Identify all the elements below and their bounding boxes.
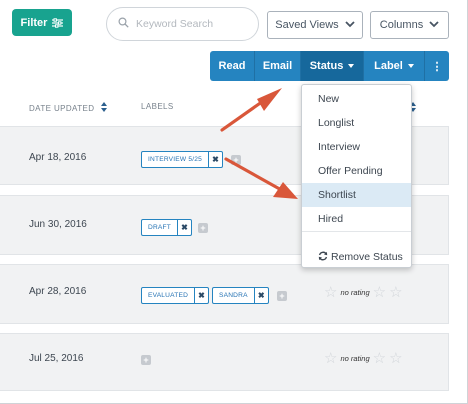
read-button[interactable]: Read: [210, 51, 255, 81]
label-tag: EVALUATED ✖: [141, 287, 210, 304]
star-icon[interactable]: ☆: [389, 285, 402, 300]
status-option-shortlist[interactable]: Shortlist: [302, 183, 411, 207]
star-icon[interactable]: ☆: [389, 351, 402, 366]
table-row[interactable]: Apr 28, 2016 EVALUATED ✖ SANDRA ✖ + ☆ no…: [0, 264, 449, 324]
label-tag: DRAFT ✖: [141, 219, 192, 236]
status-option-interview[interactable]: Interview: [302, 135, 411, 159]
arrowhead-icon: [257, 88, 282, 111]
label-tag: SANDRA ✖: [212, 287, 269, 304]
menu-divider: [302, 231, 411, 232]
column-header-date-updated[interactable]: DATE UPDATED: [29, 102, 108, 114]
columns-dropdown[interactable]: Columns: [370, 11, 449, 39]
add-label-icon[interactable]: +: [277, 291, 287, 301]
star-icon[interactable]: ☆: [324, 285, 337, 300]
status-button[interactable]: Status: [301, 51, 364, 81]
bulk-action-bar: Read Email Status Label ⋮: [210, 51, 449, 81]
caret-down-icon: [407, 64, 414, 68]
columns-label: Columns: [379, 19, 424, 31]
status-dropdown-menu: New Longlist Interview Offer Pending Sho…: [301, 84, 412, 268]
table-row[interactable]: Jul 25, 2016 + ☆ no rating ☆ ☆: [0, 333, 449, 391]
remove-label-icon[interactable]: ✖: [253, 288, 268, 303]
star-icon[interactable]: ☆: [373, 351, 386, 366]
search-input[interactable]: [136, 18, 246, 30]
star-rating[interactable]: ☆ no rating ☆ ☆: [324, 285, 403, 300]
chevron-down-icon: [345, 19, 355, 31]
search-icon: [118, 15, 129, 33]
label-tag-text: EVALUATED: [148, 292, 189, 299]
rating-text: no rating: [340, 354, 370, 363]
remove-label-icon[interactable]: ✖: [207, 152, 222, 167]
date-updated: Apr 18, 2016: [29, 152, 87, 163]
status-option-offer-pending[interactable]: Offer Pending: [302, 159, 411, 183]
date-updated: Jun 30, 2016: [29, 219, 87, 230]
star-icon[interactable]: ☆: [324, 351, 337, 366]
caret-down-icon: [348, 64, 355, 68]
date-updated: Jul 25, 2016: [29, 353, 84, 364]
label-button[interactable]: Label: [364, 51, 425, 81]
add-label-icon[interactable]: +: [198, 223, 208, 233]
remove-label-icon[interactable]: ✖: [194, 288, 208, 303]
column-header-labels: LABELS: [141, 102, 174, 111]
saved-views-label: Saved Views: [275, 19, 339, 31]
label-tag-text: INTERVIEW 5/25: [148, 156, 202, 163]
label-tag-text: SANDRA: [219, 292, 248, 299]
applications-list-view: Filter Saved Views Columns Read Email St…: [0, 0, 468, 404]
keyword-search[interactable]: [106, 7, 259, 41]
remove-label-icon[interactable]: ✖: [176, 220, 191, 235]
label-tag-text: DRAFT: [148, 224, 171, 231]
email-button[interactable]: Email: [255, 51, 301, 81]
kebab-icon: ⋮: [431, 60, 443, 73]
star-rating[interactable]: ☆ no rating ☆ ☆: [324, 351, 403, 366]
more-actions-button[interactable]: ⋮: [425, 51, 449, 81]
add-label-icon[interactable]: +: [231, 155, 241, 165]
refresh-icon: [318, 251, 328, 264]
label-tag: INTERVIEW 5/25 ✖: [141, 151, 223, 168]
saved-views-dropdown[interactable]: Saved Views: [267, 11, 363, 39]
remove-status-option[interactable]: Remove Status: [302, 245, 411, 269]
status-option-longlist[interactable]: Longlist: [302, 111, 411, 135]
status-option-new[interactable]: New: [302, 87, 411, 111]
filter-label: Filter: [20, 16, 48, 29]
star-icon[interactable]: ☆: [373, 285, 386, 300]
filter-button[interactable]: Filter: [12, 9, 72, 36]
sliders-icon: [52, 17, 64, 28]
chevron-down-icon: [429, 19, 439, 31]
status-option-hired[interactable]: Hired: [302, 207, 411, 231]
rating-text: no rating: [340, 288, 370, 297]
date-updated: Apr 28, 2016: [29, 286, 87, 297]
add-label-icon[interactable]: +: [141, 355, 151, 365]
sort-icon: [101, 102, 108, 114]
